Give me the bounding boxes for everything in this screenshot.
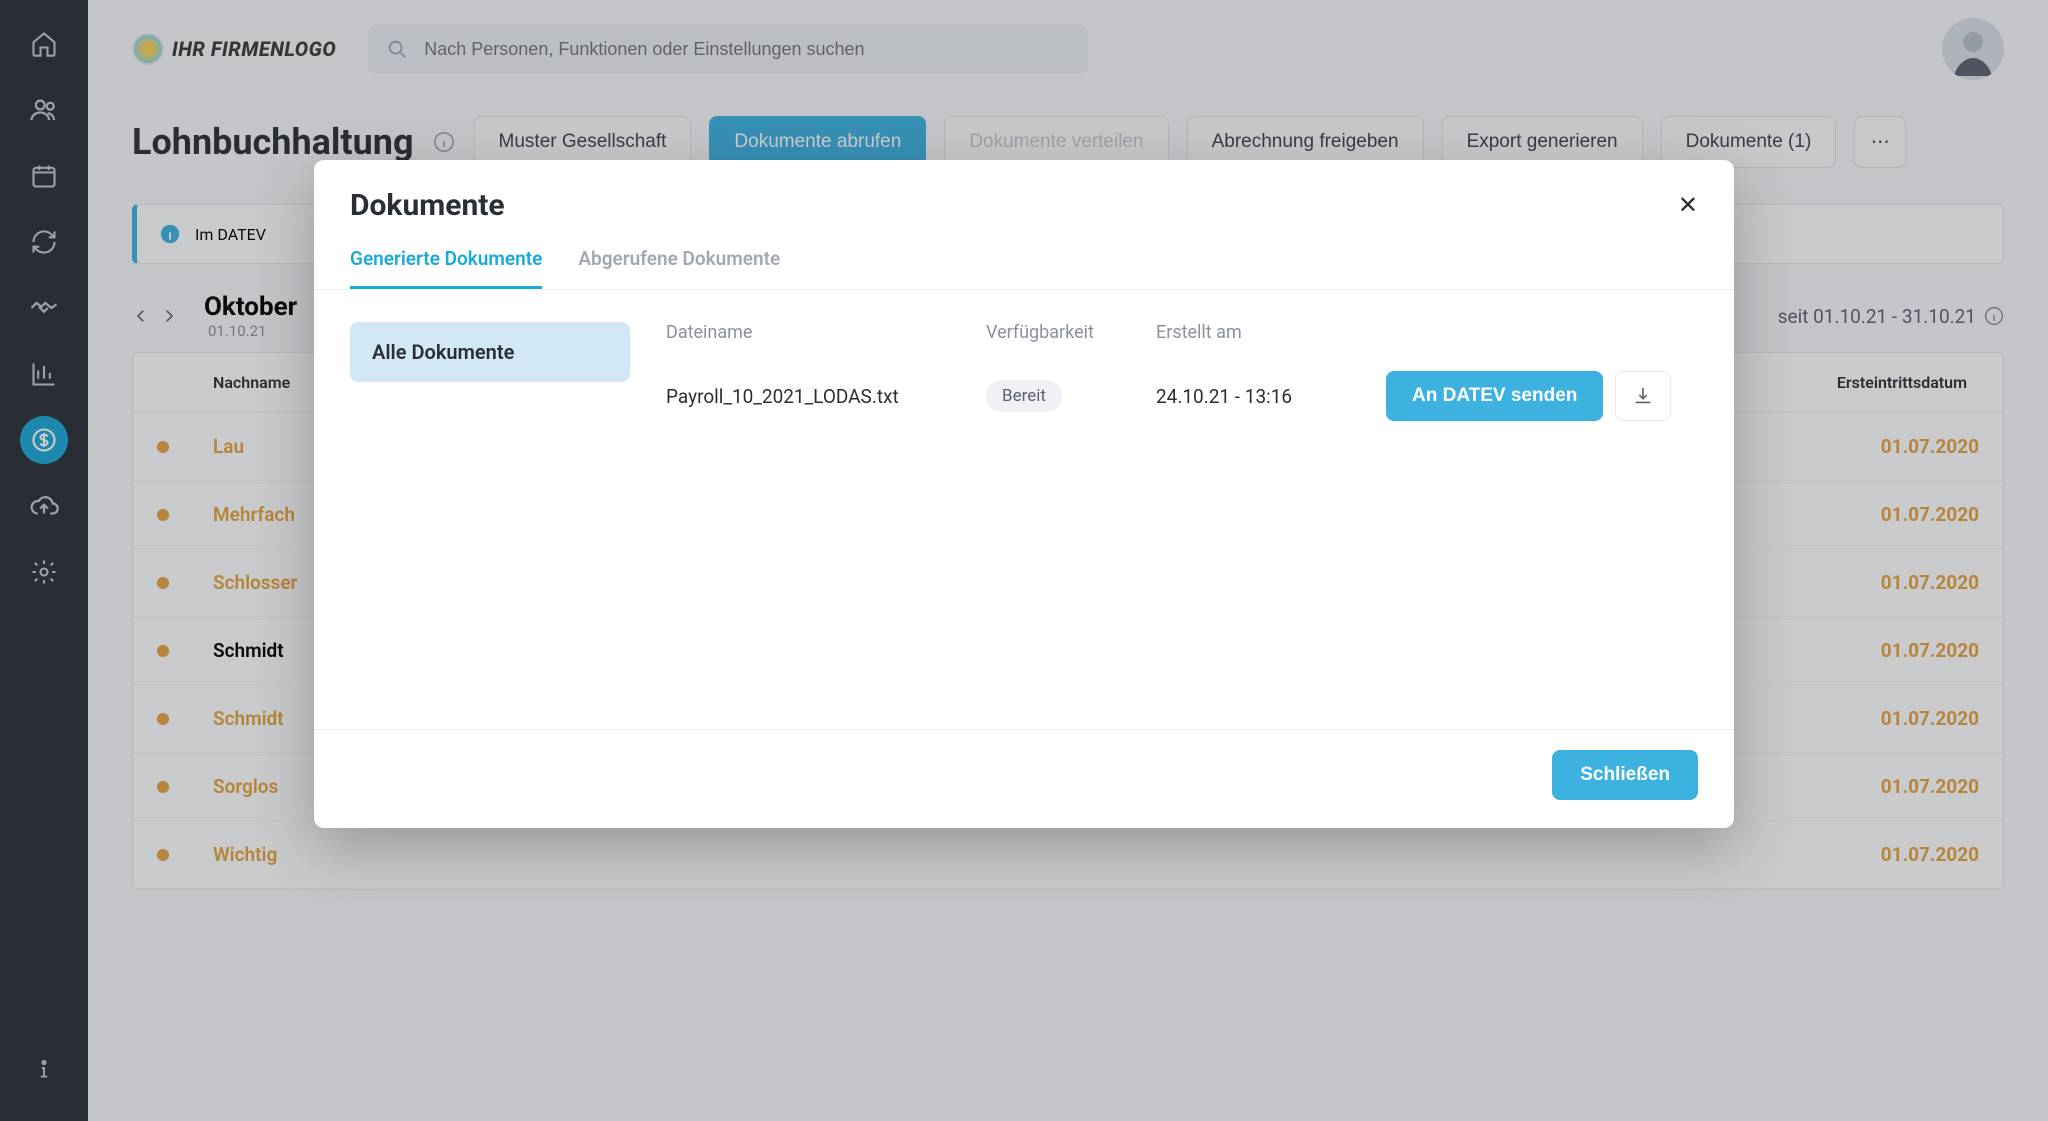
col-filename: Dateiname [666,322,986,343]
documents-modal: Dokumente ✕ Generierte Dokumente Abgeruf… [314,160,1734,828]
modal-main: Dateiname Verfügbarkeit Erstellt am Payr… [666,322,1698,649]
doc-created: 24.10.21 - 13:16 [1156,385,1386,408]
tab-generated[interactable]: Generierte Dokumente [350,231,542,289]
download-icon [1632,385,1654,407]
modal-body: Alle Dokumente Dateiname Verfügbarkeit E… [314,290,1734,730]
document-row: Payroll_10_2021_LODAS.txt Bereit 24.10.2… [666,371,1698,421]
modal-tabs: Generierte Dokumente Abgerufene Dokument… [314,231,1734,290]
modal-sidebar: Alle Dokumente [350,322,630,649]
send-to-datev-button[interactable]: An DATEV senden [1386,371,1603,421]
tab-fetched[interactable]: Abgerufene Dokumente [578,231,780,289]
modal-close-footer-button[interactable]: Schließen [1552,750,1698,800]
doc-table-header: Dateiname Verfügbarkeit Erstellt am [666,322,1698,371]
col-created: Erstellt am [1156,322,1386,343]
col-availability: Verfügbarkeit [986,322,1156,343]
doc-filename: Payroll_10_2021_LODAS.txt [666,385,986,408]
modal-header: Dokumente ✕ [314,160,1734,231]
modal-footer: Schließen [314,730,1734,828]
modal-close-button[interactable]: ✕ [1678,191,1698,220]
modal-title: Dokumente [350,188,505,223]
download-button[interactable] [1615,371,1671,421]
sidebar-item-all-documents[interactable]: Alle Dokumente [350,322,630,382]
close-icon: ✕ [1678,192,1698,219]
doc-status-badge: Bereit [986,380,1062,412]
